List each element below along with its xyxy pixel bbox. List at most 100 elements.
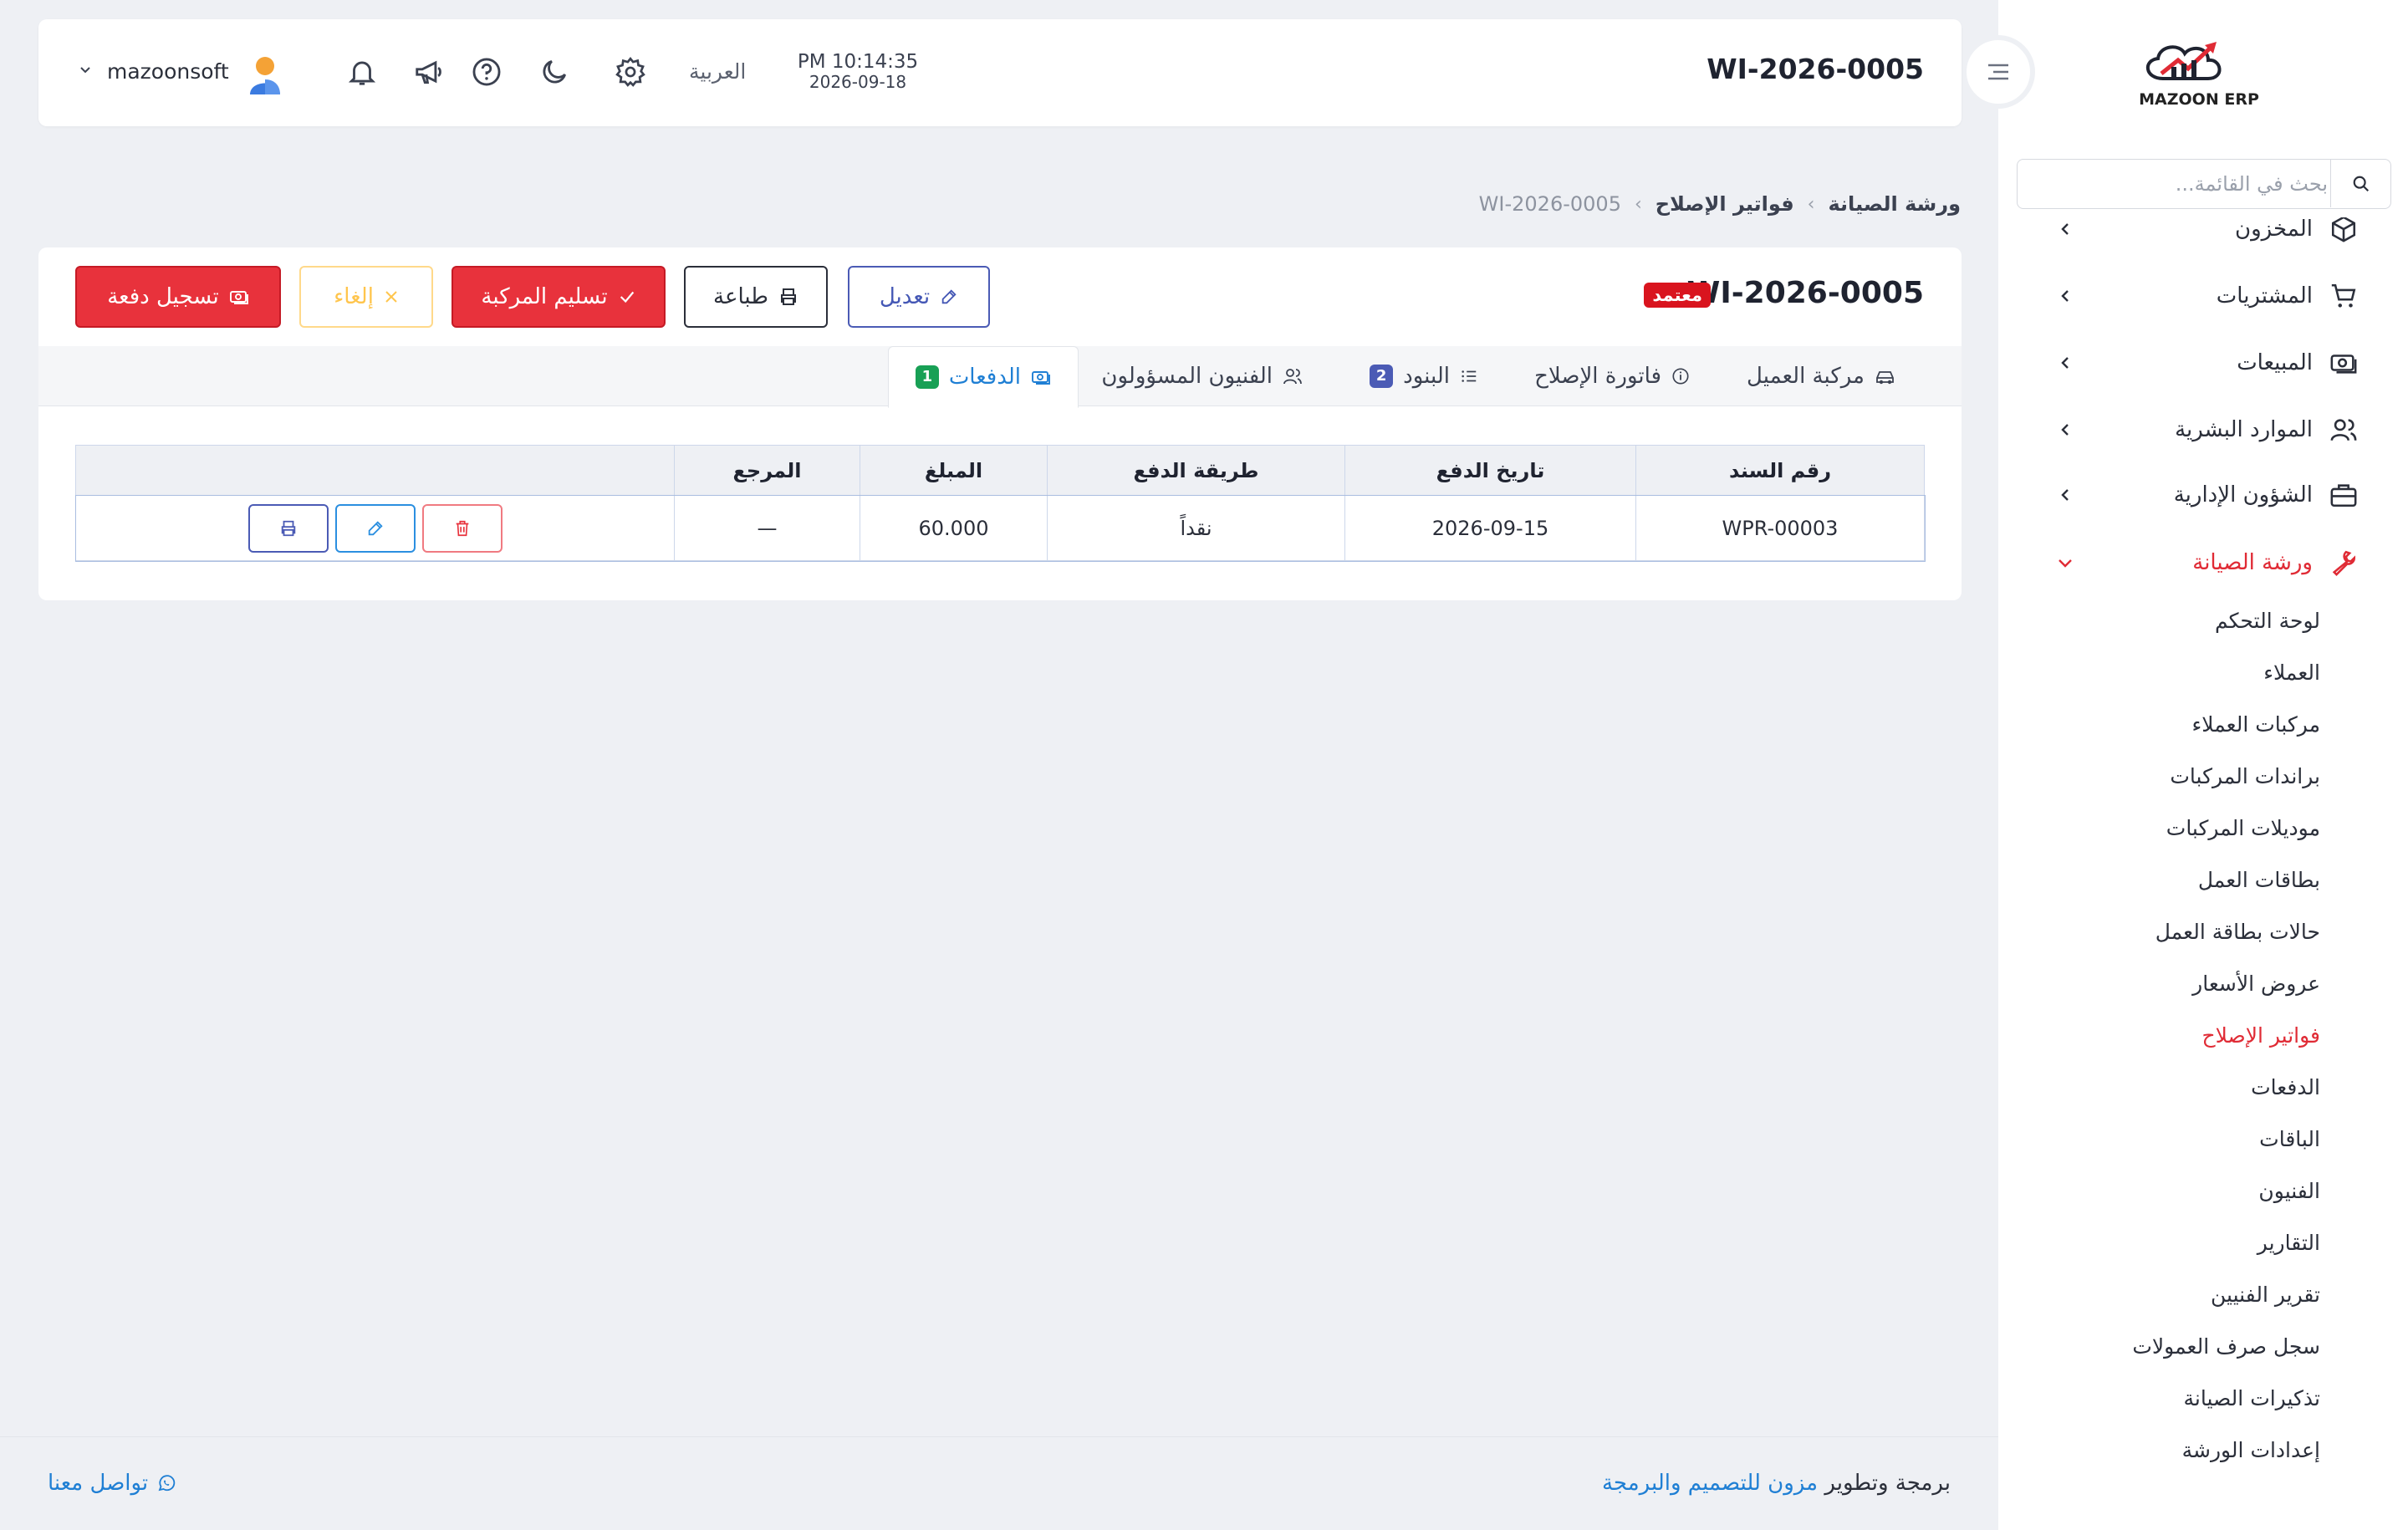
footer-brand-link[interactable]: مزون للتصميم والبرمجة: [1602, 1471, 1818, 1496]
help-button[interactable]: [466, 51, 508, 93]
submenu-job-cards[interactable]: بطاقات العمل: [2198, 864, 2320, 897]
payment-reference: —: [674, 495, 860, 561]
sidebar-item-label: المخزون: [2235, 217, 2313, 242]
footer: برمجة وتطوير مزون للتصميم والبرمجة تواصل…: [0, 1436, 1998, 1530]
menu-icon: [1988, 64, 2008, 80]
search-button[interactable]: [2330, 160, 2390, 207]
tab-repair-invoice[interactable]: فاتورة الإصلاح: [1534, 346, 1690, 406]
print-button[interactable]: طباعة: [684, 266, 828, 328]
settings-button[interactable]: [610, 51, 651, 93]
print-payment-button[interactable]: [247, 503, 329, 553]
list-icon: [1462, 370, 1477, 382]
record-payment-button[interactable]: تسجيل دفعة: [75, 266, 281, 328]
logo-mark-icon: [2146, 42, 2222, 80]
printer-icon: [780, 288, 796, 305]
breadcrumb-repair-invoices[interactable]: فواتير الإصلاح: [1656, 192, 1794, 216]
payments-table: رقم السند تاريخ الدفع طريقة الدفع المبلغ…: [74, 445, 1926, 562]
submenu-quotations[interactable]: عروض الأسعار: [2192, 967, 2320, 1001]
sidebar-item-sales[interactable]: المبيعات: [2048, 338, 2358, 388]
chevron-left-icon: [2048, 289, 2082, 303]
tab-label: البنود: [1403, 364, 1450, 389]
tab-count-badge: 1: [915, 365, 939, 389]
trash-icon: [456, 520, 468, 536]
breadcrumb: ورشة الصيانة ‹ فواتير الإصلاح ‹ WI-2026-…: [1479, 192, 1961, 216]
sidebar-item-inventory[interactable]: المخزون: [2048, 217, 2358, 254]
tab-payments[interactable]: الدفعات 1: [887, 346, 1079, 408]
tab-label: الفنيون المسؤولون: [1101, 364, 1273, 389]
submenu-dashboard[interactable]: لوحة التحكم: [2215, 604, 2320, 638]
menu-search-input[interactable]: [2043, 160, 2328, 207]
clock: PM 10:14:35 2026-09-18: [795, 51, 921, 92]
dark-mode-toggle[interactable]: [533, 51, 575, 93]
edit-payment-button[interactable]: [334, 503, 416, 553]
menu-search: [2017, 159, 2391, 209]
sidebar-item-workshop[interactable]: ورشة الصيانة: [2048, 538, 2358, 588]
avatar[interactable]: [243, 53, 287, 96]
info-icon: [1672, 368, 1689, 385]
footer-credit: برمجة وتطوير مزون للتصميم والبرمجة: [1602, 1471, 1951, 1496]
delete-payment-button[interactable]: [421, 503, 503, 553]
announcements-button[interactable]: [408, 51, 450, 93]
user-name[interactable]: mazoonsoft: [107, 59, 229, 84]
users-icon: [1283, 369, 1302, 385]
close-icon: [385, 291, 397, 303]
tab-customer-vehicle[interactable]: مركبة العميل: [1747, 346, 1896, 406]
megaphone-icon: [416, 60, 441, 84]
submenu-technicians[interactable]: الفنيون: [2258, 1175, 2320, 1208]
breadcrumb-workshop[interactable]: ورشة الصيانة: [1828, 192, 1961, 216]
cash-icon: [2329, 349, 2358, 377]
chevron-left-icon: [2048, 488, 2082, 502]
notifications-button[interactable]: [341, 51, 383, 93]
sidebar-item-label: الشؤون الإدارية: [2173, 482, 2313, 507]
sidebar-item-admin[interactable]: الشؤون الإدارية: [2048, 470, 2358, 520]
printer-icon: [281, 520, 295, 536]
invoice-number: WI-2026-0005: [1686, 276, 1924, 310]
deliver-vehicle-button[interactable]: تسليم المركبة: [452, 266, 666, 328]
submenu-technicians-report[interactable]: تقرير الفنيين: [2211, 1278, 2320, 1312]
submenu-repair-invoices[interactable]: فواتير الإصلاح: [2201, 1019, 2320, 1053]
sidebar-item-hr[interactable]: الموارد البشرية: [2048, 405, 2358, 455]
cash-icon: [1032, 371, 1050, 385]
submenu-vehicle-brands[interactable]: براندات المركبات: [2170, 760, 2320, 793]
page-title: WI-2026-0005: [1707, 53, 1924, 85]
sidebar-item-purchases[interactable]: المشتريات: [2048, 271, 2358, 321]
edit-icon: [941, 289, 957, 304]
cart-icon: [2329, 282, 2358, 310]
column-header-date: تاريخ الدفع: [1344, 445, 1636, 496]
chevron-down-icon[interactable]: [79, 63, 92, 76]
cancel-button[interactable]: إلغاء: [299, 266, 433, 328]
contact-us-link[interactable]: تواصل معنا: [48, 1471, 176, 1496]
submenu-workshop-settings[interactable]: إعدادات الورشة: [2182, 1434, 2320, 1467]
wrench-icon: [2329, 548, 2358, 577]
submenu-customer-vehicles[interactable]: مركبات العملاء: [2192, 708, 2320, 742]
submenu-customers[interactable]: العملاء: [2263, 656, 2320, 690]
submenu-commission-log[interactable]: سجل صرف العمولات: [2132, 1330, 2320, 1364]
bell-icon: [348, 61, 376, 85]
briefcase-icon: [2329, 481, 2358, 509]
column-header-amount: المبلغ: [860, 445, 1048, 496]
submenu-reports[interactable]: التقارير: [2258, 1227, 2320, 1260]
payment-number[interactable]: WPR-00003: [1635, 495, 1925, 561]
column-header-number: رقم السند: [1635, 445, 1925, 496]
submenu-job-card-statuses[interactable]: حالات بطاقة العمل: [2155, 915, 2320, 949]
edit-icon: [368, 520, 383, 535]
clock-time: PM 10:14:35: [797, 51, 919, 73]
clock-date: 2026-09-18: [809, 72, 907, 93]
edit-button-label: تعديل: [879, 284, 931, 309]
row-actions: [76, 503, 674, 553]
submenu-vehicle-models[interactable]: موديلات المركبات: [2166, 812, 2320, 845]
tab-label: مركبة العميل: [1747, 364, 1865, 389]
edit-button[interactable]: تعديل: [848, 266, 990, 328]
sidebar-toggle-button[interactable]: [1962, 35, 2035, 109]
whatsapp-icon: [158, 1475, 176, 1492]
user-avatar-icon: [250, 57, 280, 94]
submenu-packages[interactable]: الباقات: [2259, 1123, 2320, 1156]
tab-items[interactable]: البنود 2: [1370, 346, 1478, 406]
tab-label: فاتورة الإصلاح: [1534, 364, 1661, 389]
tab-technicians[interactable]: الفنيون المسؤولون: [1101, 346, 1303, 406]
brand-logo[interactable]: MAZOON ERP: [2128, 35, 2270, 112]
submenu-payments[interactable]: الدفعات: [2251, 1071, 2320, 1104]
submenu-maintenance-reminders[interactable]: تذكيرات الصيانة: [2183, 1382, 2320, 1415]
deliver-button-label: تسليم المركبة: [481, 284, 608, 309]
language-switch[interactable]: العربية: [689, 59, 746, 84]
